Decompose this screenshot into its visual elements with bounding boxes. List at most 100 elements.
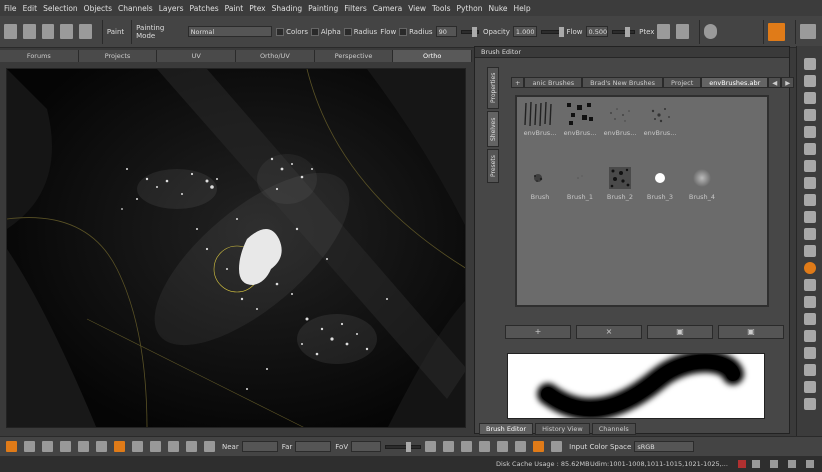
- menu-tools[interactable]: Tools: [432, 4, 450, 13]
- lut-icon[interactable]: [551, 441, 563, 452]
- tab-brush-editor[interactable]: Brush Editor: [479, 423, 534, 435]
- paint-buffer-icon[interactable]: [767, 22, 786, 41]
- shelf-tab-brads[interactable]: Brad's New Brushes: [582, 77, 664, 88]
- menu-painting[interactable]: Painting: [308, 4, 338, 13]
- tab-channels[interactable]: Channels: [591, 423, 636, 435]
- move-icon[interactable]: [803, 75, 816, 87]
- shelf-tab-envbrushes[interactable]: envBrushes.abr: [701, 77, 769, 88]
- brush-shelf[interactable]: envBrus... envBrus... envBrus... envBrus…: [515, 95, 769, 307]
- menu-nuke[interactable]: Nuke: [488, 4, 507, 13]
- tab-ortho-uv[interactable]: Ortho/UV: [236, 50, 315, 62]
- flow-input[interactable]: 0.500: [585, 26, 608, 37]
- menu-file[interactable]: File: [4, 4, 17, 13]
- viewport-canvas[interactable]: [7, 69, 466, 428]
- save-brush-button[interactable]: ▣: [647, 325, 713, 339]
- recording-icon[interactable]: [738, 460, 746, 468]
- ptex-transform-icon[interactable]: [676, 24, 689, 39]
- paint-active-icon[interactable]: [803, 262, 816, 274]
- far-input[interactable]: [295, 441, 332, 452]
- painting-mode-select[interactable]: Normal: [187, 26, 273, 37]
- palette-icon[interactable]: [79, 24, 92, 39]
- brush-item[interactable]: Brush_3: [643, 165, 677, 201]
- layers-icon[interactable]: [803, 228, 816, 240]
- fov-input[interactable]: [351, 441, 382, 452]
- fov-slider-knob[interactable]: [406, 441, 412, 452]
- brush-item[interactable]: envBrus...: [603, 101, 637, 137]
- shelf-tab-organic[interactable]: anic Brushes: [524, 77, 583, 88]
- wireframe-icon[interactable]: [132, 441, 143, 452]
- snap-icon[interactable]: [6, 441, 17, 452]
- tab-uv[interactable]: UV: [157, 50, 237, 62]
- opacity-slider-knob[interactable]: [558, 26, 564, 37]
- menu-help[interactable]: Help: [514, 4, 531, 13]
- brush-item[interactable]: Brush: [523, 165, 557, 201]
- fill-icon[interactable]: [803, 194, 816, 206]
- menu-view[interactable]: View: [408, 4, 426, 13]
- sort-icon[interactable]: [60, 441, 71, 452]
- color-management-icon[interactable]: [533, 441, 545, 452]
- select-arrow-icon[interactable]: [803, 58, 816, 70]
- stamp-icon[interactable]: [803, 313, 816, 325]
- side-tab-shelves[interactable]: Shelves: [487, 111, 499, 147]
- globe-icon[interactable]: [703, 24, 717, 39]
- redo-icon[interactable]: [443, 441, 455, 452]
- ptex-grid-icon[interactable]: [657, 24, 671, 39]
- radius-checkbox[interactable]: [343, 27, 352, 36]
- fov-slider[interactable]: [385, 441, 422, 452]
- network-icon[interactable]: [806, 460, 814, 468]
- monitor-icon[interactable]: [752, 460, 760, 468]
- menu-objects[interactable]: Objects: [84, 4, 112, 13]
- menu-layers[interactable]: Layers: [159, 4, 184, 13]
- smear-icon[interactable]: [803, 160, 816, 172]
- new-file-icon[interactable]: [4, 24, 17, 39]
- grid-view-icon[interactable]: [186, 441, 197, 452]
- brush-item[interactable]: Brush_2: [603, 165, 637, 201]
- magnify-icon[interactable]: [803, 126, 816, 138]
- eyedropper-icon[interactable]: [803, 245, 816, 257]
- menu-python[interactable]: Python: [456, 4, 482, 13]
- radius-slider-knob[interactable]: [472, 26, 478, 37]
- radius-slider[interactable]: [461, 26, 479, 37]
- measure-icon[interactable]: [803, 381, 816, 393]
- radius-input[interactable]: 90: [435, 26, 458, 37]
- text-icon[interactable]: [803, 364, 816, 376]
- axis-icon[interactable]: [24, 441, 35, 452]
- menu-patches[interactable]: Patches: [190, 4, 219, 13]
- delete-brush-button[interactable]: ×: [576, 325, 642, 339]
- tab-perspective[interactable]: Perspective: [314, 50, 394, 62]
- flow-slider-knob[interactable]: [624, 26, 630, 37]
- opacity-input[interactable]: 1.000: [512, 26, 537, 37]
- menu-edit[interactable]: Edit: [23, 4, 38, 13]
- menu-paint[interactable]: Paint: [225, 4, 244, 13]
- opacity-slider[interactable]: [540, 26, 564, 37]
- tab-ortho[interactable]: Ortho: [393, 50, 473, 62]
- alpha-checkbox[interactable]: [311, 27, 319, 36]
- sharpen-icon[interactable]: [803, 347, 816, 359]
- shading-icon[interactable]: [96, 441, 107, 452]
- shelf-scroll-right-icon[interactable]: ▶: [781, 77, 795, 88]
- checker-icon[interactable]: [168, 441, 179, 452]
- ortho-viewport[interactable]: [6, 68, 466, 428]
- transform-icon[interactable]: [803, 143, 816, 155]
- tab-forums[interactable]: Forums: [0, 50, 79, 62]
- download-icon[interactable]: [461, 441, 473, 452]
- cpu-icon[interactable]: [788, 460, 796, 468]
- align-icon[interactable]: [42, 441, 53, 452]
- flow-slider[interactable]: [611, 26, 636, 37]
- menu-channels[interactable]: Channels: [118, 4, 153, 13]
- menu-shading[interactable]: Shading: [272, 4, 302, 13]
- lasso-icon[interactable]: [803, 279, 816, 291]
- clone-icon[interactable]: [803, 177, 816, 189]
- menu-selection[interactable]: Selection: [43, 4, 78, 13]
- paint-brush-icon[interactable]: [803, 92, 816, 104]
- cube-icon[interactable]: [150, 441, 161, 452]
- menu-camera[interactable]: Camera: [373, 4, 402, 13]
- side-tab-presets[interactable]: Presets: [487, 149, 499, 183]
- load-brush-button[interactable]: ▣: [718, 325, 784, 339]
- share-icon[interactable]: [60, 24, 74, 39]
- refresh-icon[interactable]: [497, 441, 509, 452]
- lighting-icon[interactable]: [114, 441, 125, 452]
- brush-item[interactable]: envBrus...: [523, 101, 557, 137]
- frame-icon[interactable]: [515, 441, 527, 452]
- brush-item[interactable]: envBrus...: [643, 101, 677, 137]
